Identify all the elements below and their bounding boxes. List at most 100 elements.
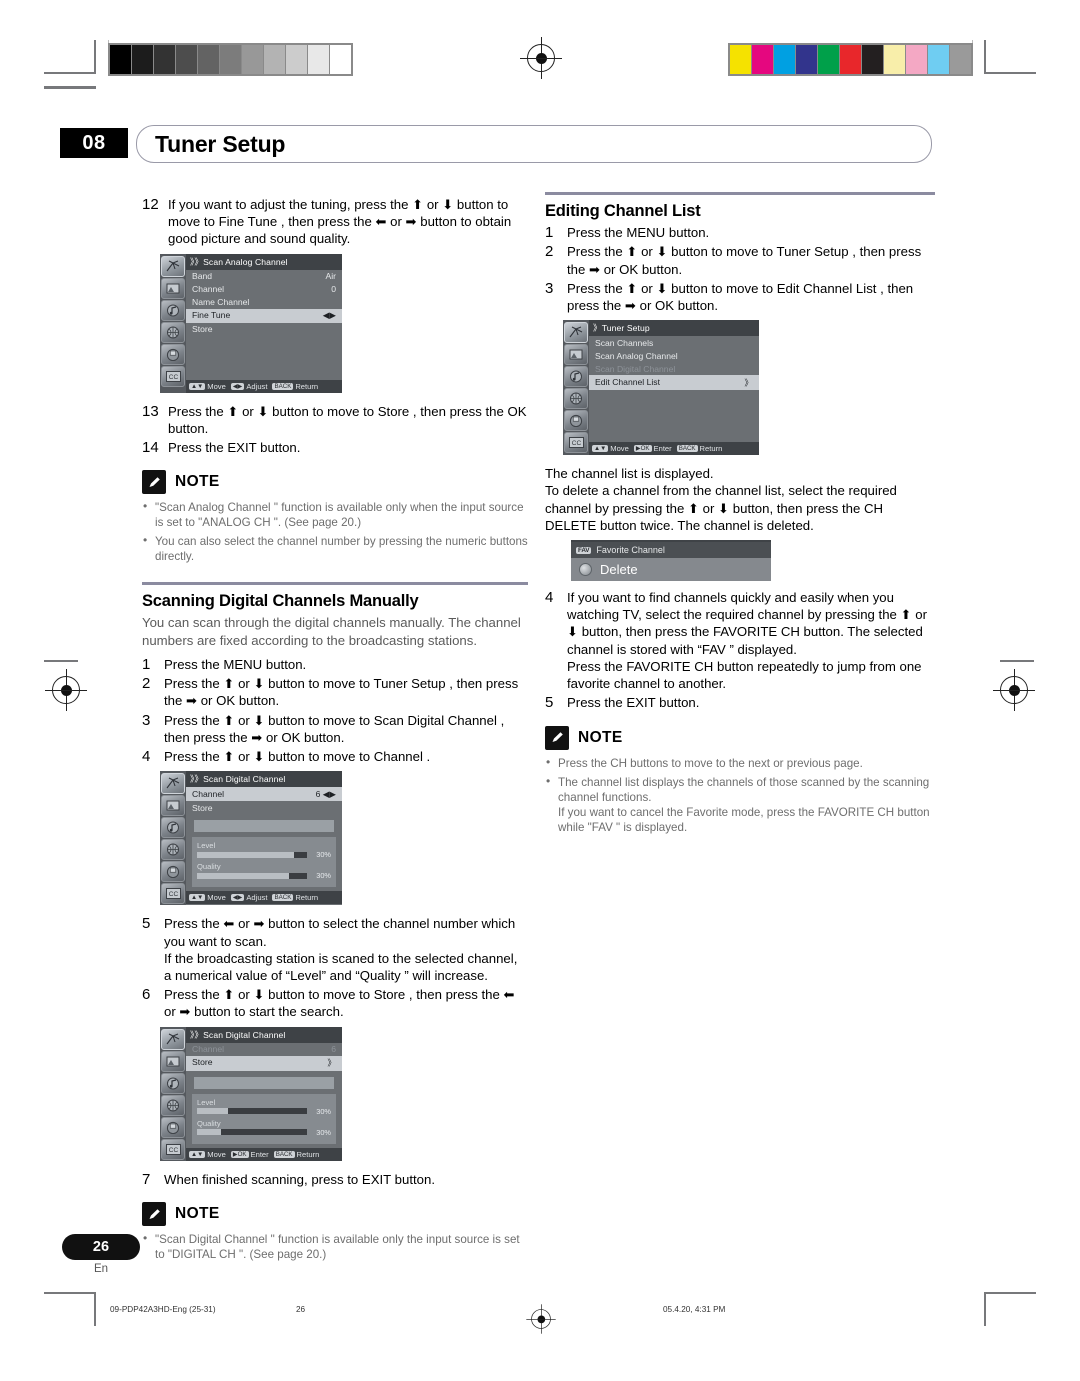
step-text: Press the ⬆ or ⬇ button to move to Edit … [567, 280, 914, 314]
osd-item-label: Channel [192, 788, 225, 799]
picture-icon[interactable] [161, 277, 185, 299]
quality-bar [197, 1129, 307, 1136]
pencil-icon [142, 1202, 166, 1227]
steps-continued: 12 If you want to adjust the tuning, pres… [142, 196, 528, 248]
registration-mark-top [520, 37, 562, 79]
osd-menu-item[interactable]: Band Air [186, 270, 342, 283]
note-heading: NOTE [545, 725, 935, 750]
quality-meter: 30% [197, 871, 331, 880]
step-item: 5 Press the ⬅ or ➡ button to select the c… [142, 915, 528, 984]
delete-row[interactable]: Delete [571, 558, 771, 582]
note-heading: NOTE [142, 1202, 528, 1227]
osd-menu-item[interactable]: Scan Channels [589, 336, 759, 349]
osd-hint: ▲▼ Move [592, 444, 629, 453]
osd-item-label: Channel [192, 1044, 225, 1055]
color-calibration-bar [728, 43, 973, 76]
step-text: Press the ⬆ or ⬇ button to move to Tuner… [164, 676, 519, 709]
crop-mark-tl-h [44, 72, 96, 74]
osd-item-list: Channel 6 Store 》 [186, 1043, 342, 1071]
antenna-icon[interactable] [564, 322, 588, 344]
language-code: En [93, 1263, 109, 1275]
registration-mark-left [45, 669, 87, 711]
svg-text:CC: CC [168, 374, 178, 381]
sound-icon[interactable] [161, 299, 185, 321]
osd-hint-key: ▲▼ [592, 445, 609, 453]
osd-content: 》Tuner Setup Scan Channels Scan Analog Ch… [589, 320, 759, 456]
osd-hint: BACK Return [676, 444, 722, 453]
delete-label: Delete [600, 562, 638, 578]
install-icon[interactable] [161, 343, 185, 365]
step-item: 4 Press the ⬆ or ⬇ button to move to Chan… [142, 748, 528, 765]
step-text: If you want to adjust the tuning, press … [168, 197, 512, 247]
note-editing: NOTE Press the CH buttons to move to the… [545, 725, 935, 835]
osd-menu-item[interactable]: Store 》 [186, 1055, 342, 1071]
osd-hint: ◀▶ Adjust [230, 893, 267, 902]
picture-icon[interactable] [161, 1050, 185, 1072]
setup-icon[interactable] [564, 388, 588, 410]
osd-scan-digital-channel-1: CC 》》Scan Digital Channel Channel 6 ◀▶ Sto… [160, 771, 342, 906]
cc-icon[interactable]: CC [161, 883, 185, 905]
sound-icon[interactable] [161, 1072, 185, 1094]
cc-icon[interactable]: CC [564, 432, 588, 454]
osd-menu-item[interactable]: Scan Analog Channel [589, 349, 759, 362]
install-icon[interactable] [161, 861, 185, 883]
osd-hint: ▲▼ Move [189, 1150, 226, 1159]
osd-title-prefix: 》 [593, 323, 602, 334]
steps-end: 7 When finished scanning, press to EXIT b… [142, 1171, 528, 1188]
step-number: 12 [142, 196, 159, 213]
picture-icon[interactable] [564, 344, 588, 366]
osd-menu-item[interactable]: Store [186, 801, 342, 814]
osd-item-list: Channel 6 ◀▶ Store [186, 787, 342, 814]
osd-title: 》Tuner Setup [589, 320, 759, 337]
osd-item-list: Scan Channels Scan Analog Channel Scan Dig… [589, 336, 759, 391]
cc-icon[interactable]: CC [161, 365, 185, 387]
setup-icon[interactable] [161, 321, 185, 343]
osd-menu-item[interactable]: Channel 6 [186, 1043, 342, 1056]
setup-icon[interactable] [161, 1094, 185, 1116]
osd-hint-key: BACK [676, 445, 698, 453]
note-item: "Scan Analog Channel " function is avail… [142, 499, 528, 530]
note-digital: NOTE "Scan Digital Channel " function is… [142, 1202, 528, 1262]
osd-menu-item[interactable]: Fine Tune ◀▶ [186, 308, 342, 323]
osd-footer-hints: ▲▼ Move ▶OK Enter BACK Return [589, 442, 759, 456]
color-swatch [906, 45, 927, 74]
step-number: 6 [142, 986, 151, 1004]
step-item: 12 If you want to adjust the tuning, pres… [142, 196, 528, 248]
step-number: 5 [545, 694, 554, 712]
picture-icon[interactable] [161, 795, 185, 817]
osd-menu-item[interactable]: Scan Digital Channel [589, 362, 759, 375]
osd-hint: ▲▼ Move [189, 893, 226, 902]
sound-icon[interactable] [564, 366, 588, 388]
production-folio: 26 [296, 1305, 306, 1314]
note-item: The channel list displays the channels o… [545, 774, 935, 835]
setup-icon[interactable] [161, 839, 185, 861]
osd-progress-slot [194, 820, 334, 833]
color-swatch [818, 45, 839, 74]
osd-hint-label: Adjust [246, 381, 268, 391]
install-icon[interactable] [564, 410, 588, 432]
antenna-icon[interactable] [161, 1028, 185, 1050]
osd-menu-item[interactable]: Edit Channel List 》 [589, 375, 759, 391]
osd-item-value: 6 [331, 1044, 336, 1055]
step-item: 1 Press the MENU button. [142, 656, 528, 673]
antenna-icon[interactable] [161, 773, 185, 795]
osd-menu-item[interactable]: Store [186, 323, 342, 336]
note-list: Press the CH buttons to move to the next… [545, 755, 935, 835]
steps-after-analog: 13 Press the ⬆ or ⬇ button to move to Sto… [142, 403, 528, 457]
osd-menu-item[interactable]: Channel 6 ◀▶ [186, 787, 342, 802]
sound-icon[interactable] [161, 817, 185, 839]
install-icon[interactable] [161, 1116, 185, 1138]
level-value: 30% [316, 1106, 331, 1116]
antenna-icon[interactable] [161, 255, 185, 277]
osd-footer-hints: ▲▼ Move ◀▶ Adjust BACK Return [186, 379, 342, 393]
osd-item-value: 》 [744, 377, 753, 388]
svg-text:CC: CC [168, 891, 178, 898]
osd-hint: BACK Return [273, 1150, 319, 1159]
steps-favorite: 4 If you want to find channels quickly an… [545, 589, 935, 712]
osd-menu-item[interactable]: Name Channel [186, 296, 342, 309]
cc-icon[interactable]: CC [161, 1138, 185, 1160]
osd-title-text: Scan Digital Channel [203, 1029, 286, 1040]
step-item: 3 Press the ⬆ or ⬇ button to move to Edit… [545, 280, 935, 314]
osd-menu-item[interactable]: Channel 0 [186, 283, 342, 296]
step-number: 4 [545, 589, 554, 607]
